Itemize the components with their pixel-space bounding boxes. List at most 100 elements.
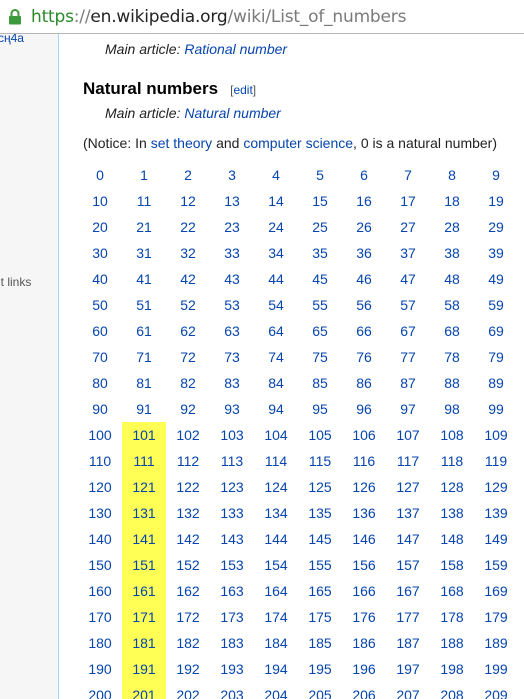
number-cell[interactable]: 142 [166,526,210,552]
number-cell[interactable]: 90 [78,396,122,422]
number-cell[interactable]: 203 [210,682,254,699]
number-cell[interactable]: 125 [298,474,342,500]
number-cell[interactable]: 7 [386,162,430,188]
number-cell[interactable]: 24 [254,214,298,240]
number-cell[interactable]: 71 [122,344,166,370]
number-cell[interactable]: 167 [386,578,430,604]
number-cell[interactable]: 151 [122,552,166,578]
number-cell[interactable]: 20 [78,214,122,240]
number-cell[interactable]: 9 [474,162,518,188]
number-cell[interactable]: 148 [430,526,474,552]
number-cell[interactable]: 204 [254,682,298,699]
number-cell[interactable]: 143 [210,526,254,552]
number-cell[interactable]: 200 [78,682,122,699]
number-cell[interactable]: 1 [122,162,166,188]
number-cell[interactable]: 172 [166,604,210,630]
number-cell[interactable]: 153 [210,552,254,578]
number-cell[interactable]: 120 [78,474,122,500]
number-cell[interactable]: 10 [78,188,122,214]
number-cell[interactable]: 39 [474,240,518,266]
number-cell[interactable]: 108 [430,422,474,448]
number-cell[interactable]: 86 [342,370,386,396]
number-cell[interactable]: 110 [78,448,122,474]
number-cell[interactable]: 0 [78,162,122,188]
number-cell[interactable]: 46 [342,266,386,292]
number-cell[interactable]: 124 [254,474,298,500]
number-cell[interactable]: 158 [430,552,474,578]
number-cell[interactable]: 186 [342,630,386,656]
number-cell[interactable]: 206 [342,682,386,699]
number-cell[interactable]: 147 [386,526,430,552]
number-cell[interactable]: 126 [342,474,386,500]
number-cell[interactable]: 197 [386,656,430,682]
number-cell[interactable]: 85 [298,370,342,396]
number-cell[interactable]: 79 [474,344,518,370]
number-cell[interactable]: 103 [210,422,254,448]
number-cell[interactable]: 114 [254,448,298,474]
number-cell[interactable]: 37 [386,240,430,266]
number-cell[interactable]: 76 [342,344,386,370]
number-cell[interactable]: 93 [210,396,254,422]
number-cell[interactable]: 187 [386,630,430,656]
computer-science-link[interactable]: computer science [243,135,353,151]
number-cell[interactable]: 70 [78,344,122,370]
number-cell[interactable]: 81 [122,370,166,396]
number-cell[interactable]: 146 [342,526,386,552]
number-cell[interactable]: 122 [166,474,210,500]
number-cell[interactable]: 168 [430,578,474,604]
number-cell[interactable]: 194 [254,656,298,682]
number-cell[interactable]: 132 [166,500,210,526]
number-cell[interactable]: 159 [474,552,518,578]
number-cell[interactable]: 75 [298,344,342,370]
number-cell[interactable]: 161 [122,578,166,604]
number-cell[interactable]: 193 [210,656,254,682]
number-cell[interactable]: 169 [474,578,518,604]
number-cell[interactable]: 45 [298,266,342,292]
number-cell[interactable]: 109 [474,422,518,448]
number-cell[interactable]: 57 [386,292,430,318]
number-cell[interactable]: 92 [166,396,210,422]
number-cell[interactable]: 5 [298,162,342,188]
number-cell[interactable]: 205 [298,682,342,699]
number-cell[interactable]: 30 [78,240,122,266]
number-cell[interactable]: 73 [210,344,254,370]
number-cell[interactable]: 170 [78,604,122,630]
number-cell[interactable]: 13 [210,188,254,214]
number-cell[interactable]: 185 [298,630,342,656]
number-cell[interactable]: 133 [210,500,254,526]
number-cell[interactable]: 208 [430,682,474,699]
number-cell[interactable]: 35 [298,240,342,266]
number-cell[interactable]: 192 [166,656,210,682]
number-cell[interactable]: 145 [298,526,342,552]
number-cell[interactable]: 174 [254,604,298,630]
number-cell[interactable]: 41 [122,266,166,292]
number-cell[interactable]: 113 [210,448,254,474]
number-cell[interactable]: 135 [298,500,342,526]
number-cell[interactable]: 23 [210,214,254,240]
number-cell[interactable]: 173 [210,604,254,630]
number-cell[interactable]: 33 [210,240,254,266]
number-cell[interactable]: 188 [430,630,474,656]
number-cell[interactable]: 181 [122,630,166,656]
number-cell[interactable]: 4 [254,162,298,188]
number-cell[interactable]: 189 [474,630,518,656]
number-cell[interactable]: 95 [298,396,342,422]
number-cell[interactable]: 105 [298,422,342,448]
number-cell[interactable]: 163 [210,578,254,604]
address-bar[interactable]: https://en.wikipedia.org/wiki/List_of_nu… [0,0,524,34]
number-cell[interactable]: 182 [166,630,210,656]
number-cell[interactable]: 199 [474,656,518,682]
number-cell[interactable]: 47 [386,266,430,292]
number-cell[interactable]: 119 [474,448,518,474]
number-cell[interactable]: 18 [430,188,474,214]
number-cell[interactable]: 100 [78,422,122,448]
number-cell[interactable]: 152 [166,552,210,578]
number-cell[interactable]: 3 [210,162,254,188]
number-cell[interactable]: 29 [474,214,518,240]
number-cell[interactable]: 21 [122,214,166,240]
number-cell[interactable]: 131 [122,500,166,526]
number-cell[interactable]: 176 [342,604,386,630]
number-cell[interactable]: 78 [430,344,474,370]
number-cell[interactable]: 180 [78,630,122,656]
number-cell[interactable]: 68 [430,318,474,344]
